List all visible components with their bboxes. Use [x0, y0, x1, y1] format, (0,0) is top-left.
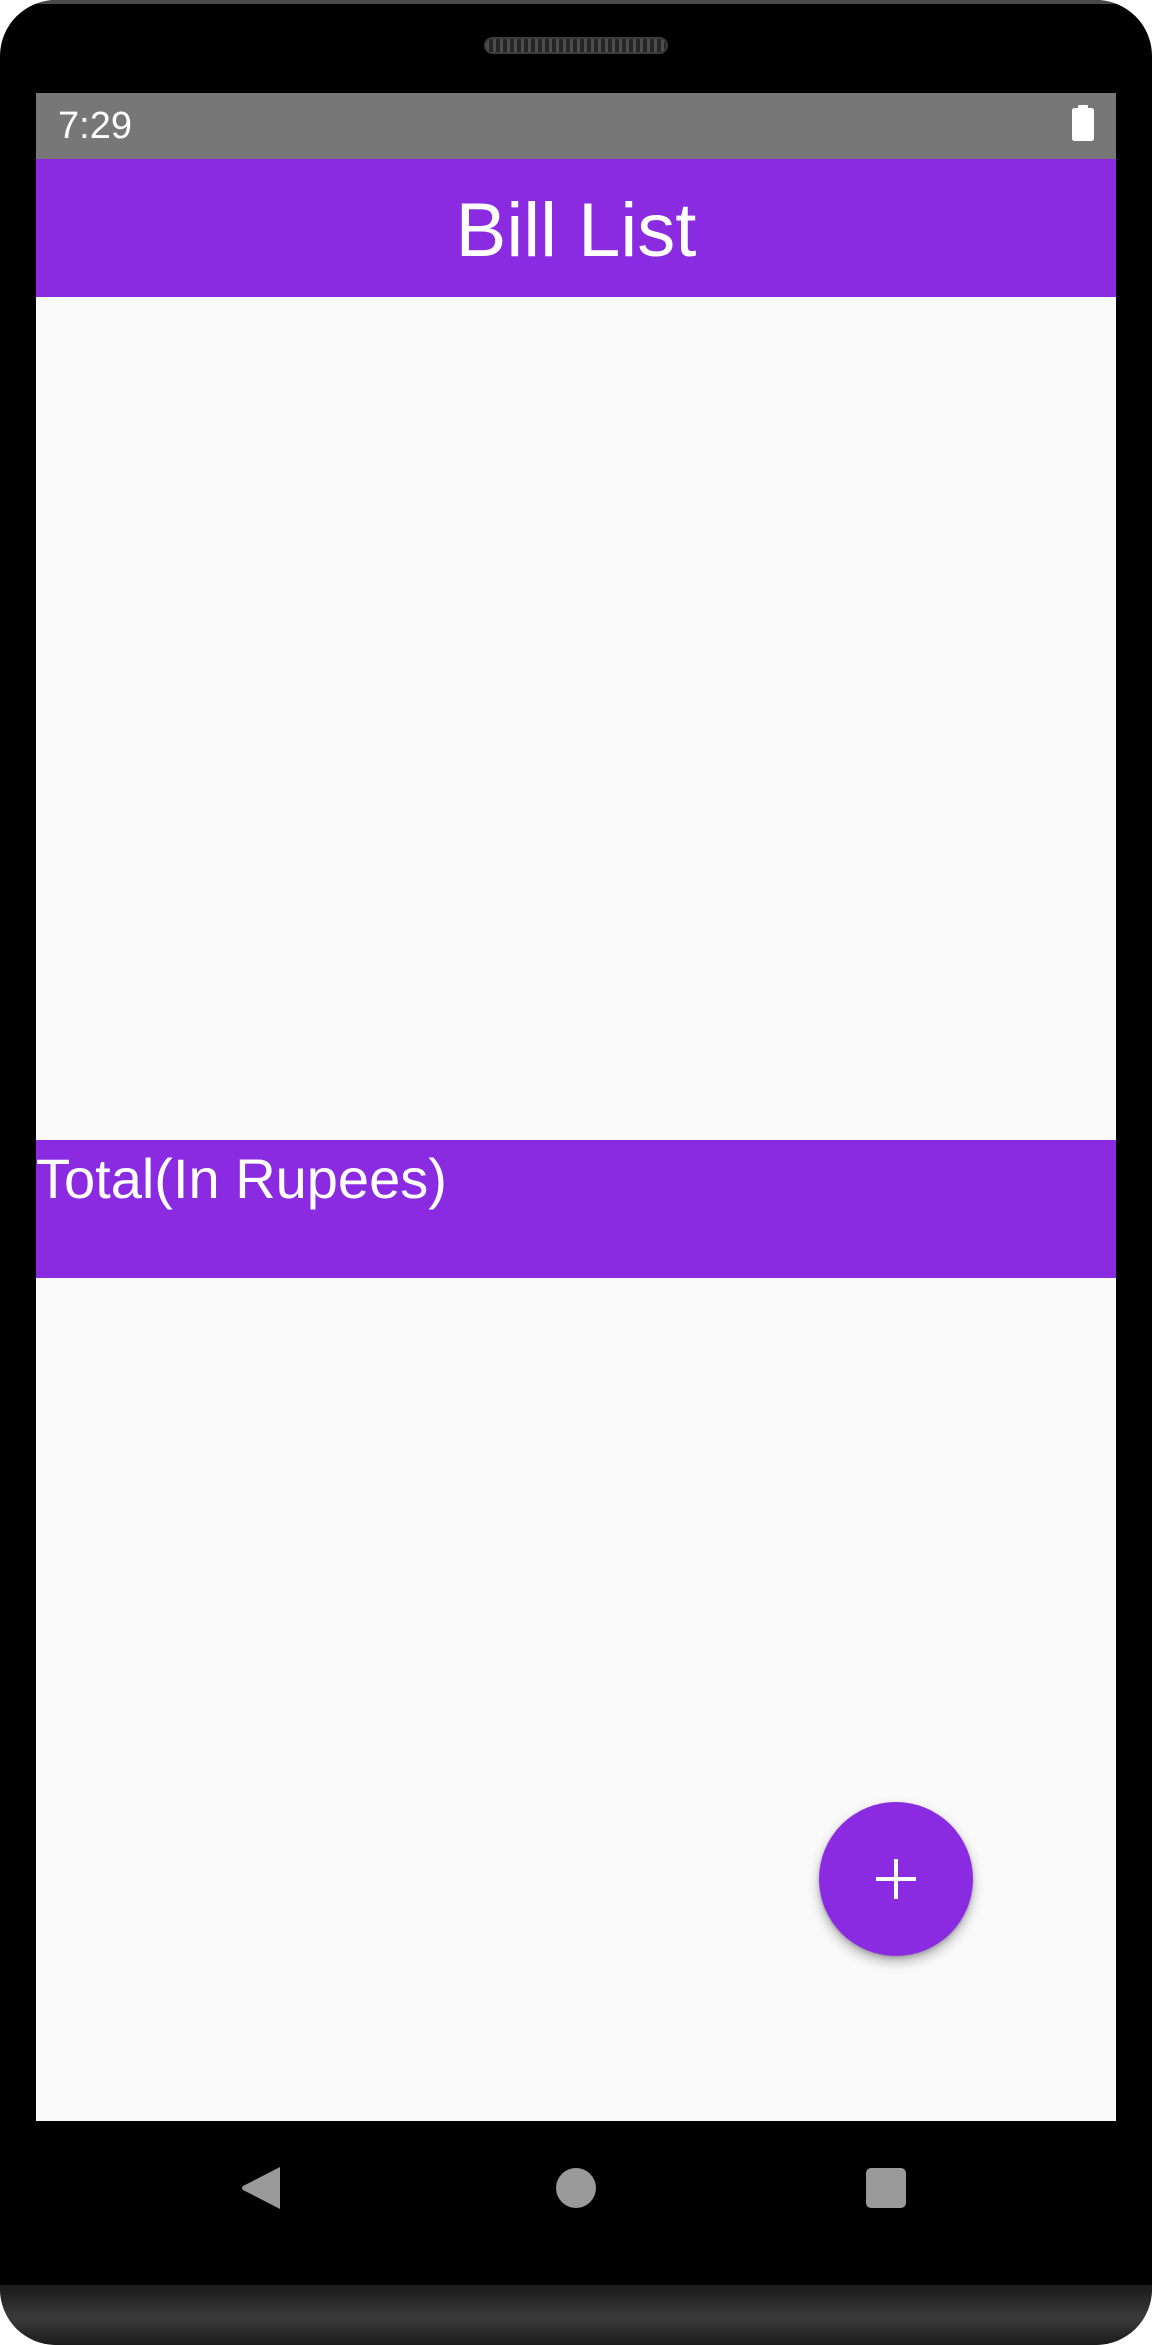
bill-list	[36, 297, 1116, 1140]
status-time: 7:29	[58, 105, 132, 147]
total-label: Total(In Rupees)	[36, 1147, 447, 1210]
add-bill-button[interactable]	[819, 1802, 973, 1956]
phone-top-edge	[30, 0, 1122, 4]
phone-bottom-bezel	[0, 2285, 1152, 2345]
system-nav-bar	[0, 2121, 1152, 2261]
battery-full-icon	[1072, 105, 1094, 141]
total-bar: Total(In Rupees)	[36, 1140, 1116, 1278]
plus-icon	[876, 1859, 916, 1899]
app-screen: 7:29 Bill List Total(In Rupees)	[36, 93, 1116, 2121]
phone-frame: 7:29 Bill List Total(In Rupees)	[0, 0, 1152, 2345]
recents-square-icon[interactable]	[866, 2168, 906, 2208]
status-bar: 7:29	[36, 93, 1116, 159]
earpiece-speaker	[484, 37, 668, 54]
app-bar: Bill List	[36, 159, 1116, 297]
home-circle-icon[interactable]	[556, 2168, 596, 2208]
back-triangle-icon[interactable]	[240, 2165, 282, 2211]
page-title: Bill List	[455, 188, 697, 273]
